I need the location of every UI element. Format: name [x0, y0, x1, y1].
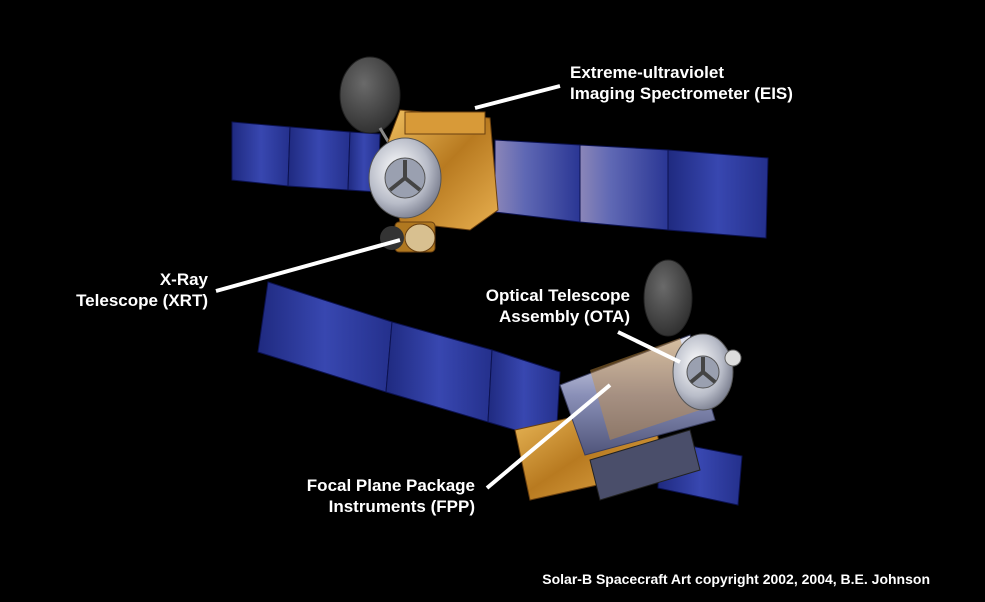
fpp-label: Focal Plane Package Instruments (FPP) [260, 475, 475, 517]
fpp-label-line1: Focal Plane Package [306, 476, 475, 495]
eis-label-line2: Imaging Spectrometer (EIS) [570, 84, 793, 103]
ota-label-line2: Assembly (OTA) [499, 307, 630, 326]
xrt-label: X-Ray Telescope (XRT) [30, 269, 208, 311]
fpp-label-line2: Instruments (FPP) [328, 497, 475, 516]
eis-pointer-line [474, 84, 561, 110]
xrt-pointer-line [215, 238, 401, 293]
xrt-label-line1: X-Ray [159, 270, 208, 289]
xrt-label-line2: Telescope (XRT) [76, 291, 208, 310]
upper-right-solar-array [494, 139, 769, 239]
ota-label: Optical Telescope Assembly (OTA) [440, 285, 630, 327]
upper-left-solar-array [231, 121, 381, 193]
spacecraft-illustration: Extreme-ultraviolet Imaging Spectrometer… [0, 0, 985, 602]
lower-antenna-dish-icon [643, 259, 693, 337]
eis-label: Extreme-ultraviolet Imaging Spectrometer… [570, 62, 793, 104]
eis-label-line1: Extreme-ultraviolet [570, 63, 724, 82]
ota-label-line1: Optical Telescope [485, 286, 630, 305]
copyright-credit: Solar-B Spacecraft Art copyright 2002, 2… [542, 571, 930, 587]
upper-antenna-dish-icon [339, 56, 401, 134]
